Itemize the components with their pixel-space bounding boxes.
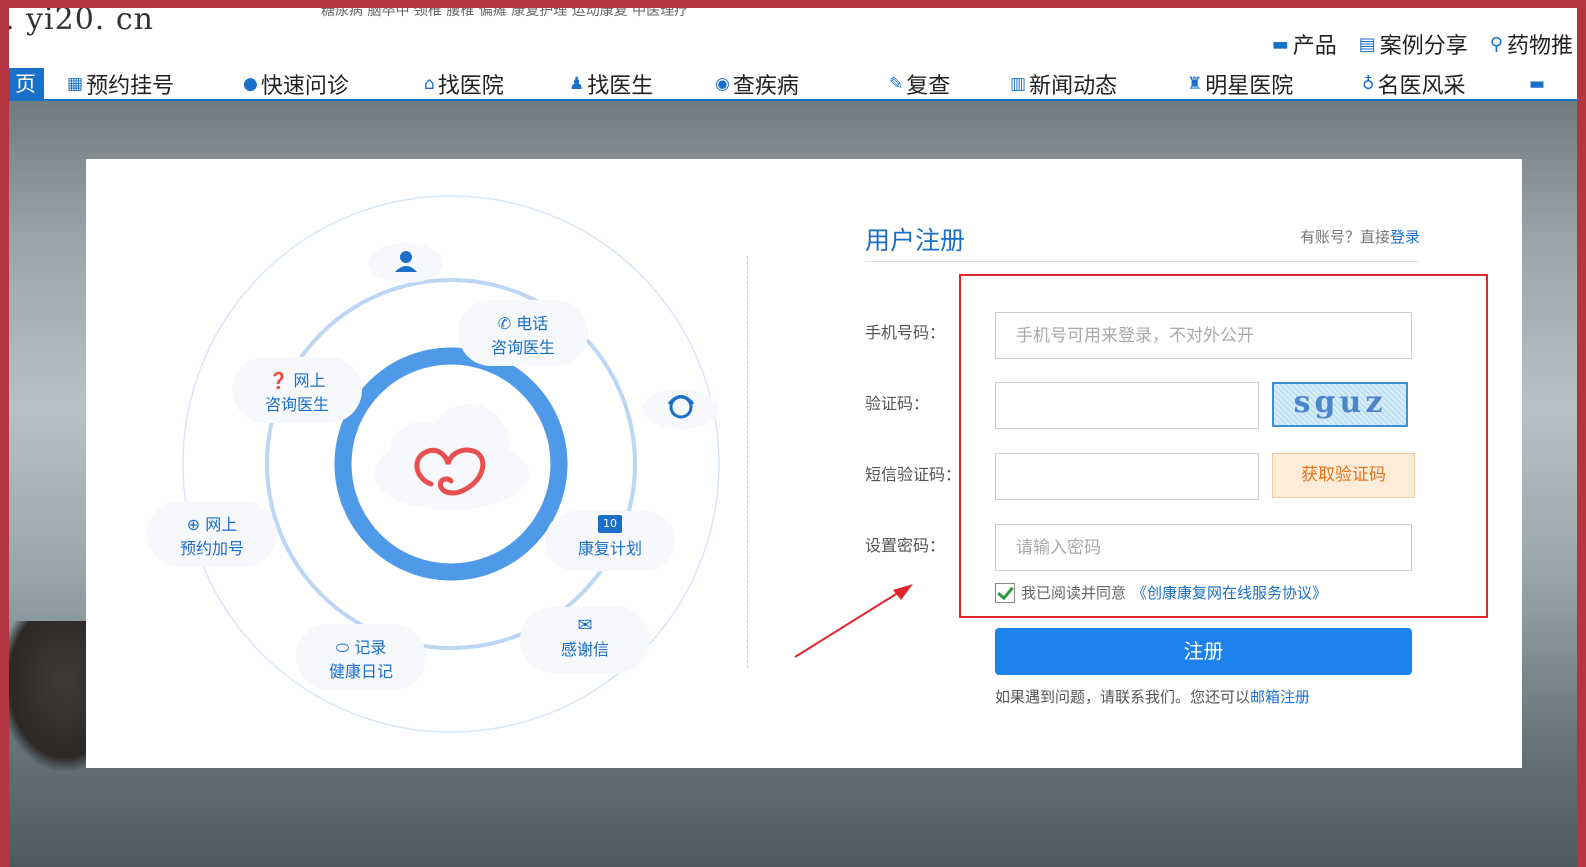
nav-item-label: 明星医院 [1205,74,1294,99]
nav-item-famous-doctors[interactable]: ♁ 名医风采 [1362,68,1465,100]
toplink-label: 产品 [1292,34,1337,59]
toplink-label: 案例分享 [1379,34,1468,59]
nav-item-disease[interactable]: ◉ 查疾病 [715,68,799,100]
calendar-icon: ▦ [67,74,84,94]
home-icon: ⌂ [424,74,435,94]
site-header: . yi20. cn 糖尿病 脑卒中 颈椎 腰椎 偏瘫 康复护理 运动康复 中医… [9,8,1577,127]
nav-item-label: 找医生 [587,74,654,99]
toplink-drugs[interactable]: ⚲ 药物推 [1490,28,1573,60]
user-node [368,243,444,283]
nav-item-label: 找医院 [437,74,504,99]
doctor-icon: ♟ [569,74,585,94]
node-online-appointment[interactable]: ⊕ 网上 预约加号 [147,501,277,567]
password-label: 设置密码： [865,536,946,555]
nav-item-label: 查疾病 [732,74,799,99]
nav-item-label: 预约挂号 [86,74,175,99]
node-line2: 咨询医生 [490,338,555,357]
have-account-prompt: 有账号？直接登录 [1300,226,1420,247]
top-links: ▬ 产品 ▤ 案例分享 ⚲ 药物推 [1272,28,1573,60]
node-line1: 网上 [205,515,238,534]
nav-item-label: 复查 [906,74,951,99]
nav-item-recheck[interactable]: ✎ 复查 [889,68,950,100]
support-node [643,389,719,429]
node-line2: 预约加号 [179,539,244,558]
node-line1: 电话 [516,314,549,333]
plus-circle-icon: ⊕ [186,515,201,534]
nav-item-quick-consult[interactable]: ● 快速问诊 [243,68,349,100]
nav-item-star-hospital[interactable]: ♜ 明星医院 [1187,68,1293,100]
sms-code-label: 短信验证码： [865,465,962,484]
register-title: 用户注册 [865,226,966,255]
node-line2: 健康日记 [328,662,393,681]
edit-icon: ✎ [889,74,904,94]
node-health-diary[interactable]: ⬭ 记录 健康日记 [296,624,426,690]
window-top-border [0,0,1586,8]
node-phone-consult[interactable]: ✆ 电话 咨询医生 [458,300,588,366]
calendar-10-icon: 10 [598,515,622,533]
nav-item-label: 名医风采 [1377,74,1466,99]
search-icon: ⚲ [1489,33,1503,55]
have-account-text: 有账号？直接 [1299,228,1390,246]
captcha-label: 验证码： [865,394,930,413]
annotation-highlight-box [959,274,1488,618]
title-underline [865,261,1418,262]
nav-item-news[interactable]: ▥ 新闻动态 [1010,68,1117,100]
node-line2: 咨询医生 [264,395,329,414]
node-online-consult[interactable]: ❓ 网上 咨询医生 [232,357,362,423]
toplink-products[interactable]: ▬ 产品 [1272,28,1337,60]
node-rehab-plan[interactable]: 10 康复计划 [545,511,675,571]
question-icon: ❓ [268,371,289,390]
node-line2: 康复计划 [577,539,642,558]
nav-item-overflow[interactable]: ▬ [1529,68,1545,100]
news-icon: ▥ [1010,74,1027,94]
case-icon: ▤ [1358,33,1376,55]
phone-icon: ✆ [497,314,512,333]
letter-icon: ✉ [577,615,593,636]
site-logo[interactable]: . yi20. cn [9,8,154,37]
nav-item-find-doctor[interactable]: ♟ 找医生 [569,68,653,100]
trophy-icon: ♜ [1187,74,1203,94]
nav-item-find-hospital[interactable]: ⌂ 找医院 [424,68,504,100]
register-button[interactable]: 注册 [995,628,1412,675]
node-line1: 网上 [293,371,326,390]
register-panel: ✆ 电话 咨询医生 ❓ 网上 咨询医生 ⊕ 网上 预约加号 10 康复计划 ⬭ … [86,159,1522,768]
keyword-marquee: 糖尿病 脑卒中 颈椎 腰椎 偏瘫 康复护理 运动康复 中医理疗 [321,8,689,19]
help-text: 如果遇到问题，请联系我们。您还可以 [995,688,1251,706]
chat-question-icon: ● [243,74,258,94]
panel-divider [747,256,748,668]
pill-icon: ⬭ [335,638,350,657]
nav-item-home[interactable]: 页 [9,68,44,100]
main-nav: 页 ▦ 预约挂号 热 ● 快速问诊 热 ⌂ 找医院 热 ♟ 找医生 热 [9,68,1577,127]
email-register-link[interactable]: 邮箱注册 [1250,688,1310,706]
page-frame: . yi20. cn 糖尿病 脑卒中 颈椎 腰椎 偏瘫 康复护理 运动康复 中医… [9,8,1577,867]
nav-item-label: 新闻动态 [1029,74,1118,99]
toplink-cases[interactable]: ▤ 案例分享 [1359,28,1468,60]
help-text-row: 如果遇到问题，请联系我们。您还可以邮箱注册 [995,686,1310,707]
eye-icon: ◉ [715,74,730,94]
node-line1: 记录 [354,638,387,657]
node-thank-letter[interactable]: ✉ 感谢信 [520,607,650,673]
product-icon: ▬ [1271,33,1289,55]
nav-item-label: 快速问诊 [260,74,349,99]
node-line2: 感谢信 [560,640,609,659]
login-link[interactable]: 登录 [1390,228,1420,246]
nav-item-appointment[interactable]: ▦ 预约挂号 [67,68,174,100]
phone-label: 手机号码： [865,323,946,342]
toplink-label: 药物推 [1506,34,1573,59]
medal-icon: ♁ [1362,74,1375,94]
message-icon: ▬ [1529,74,1546,94]
